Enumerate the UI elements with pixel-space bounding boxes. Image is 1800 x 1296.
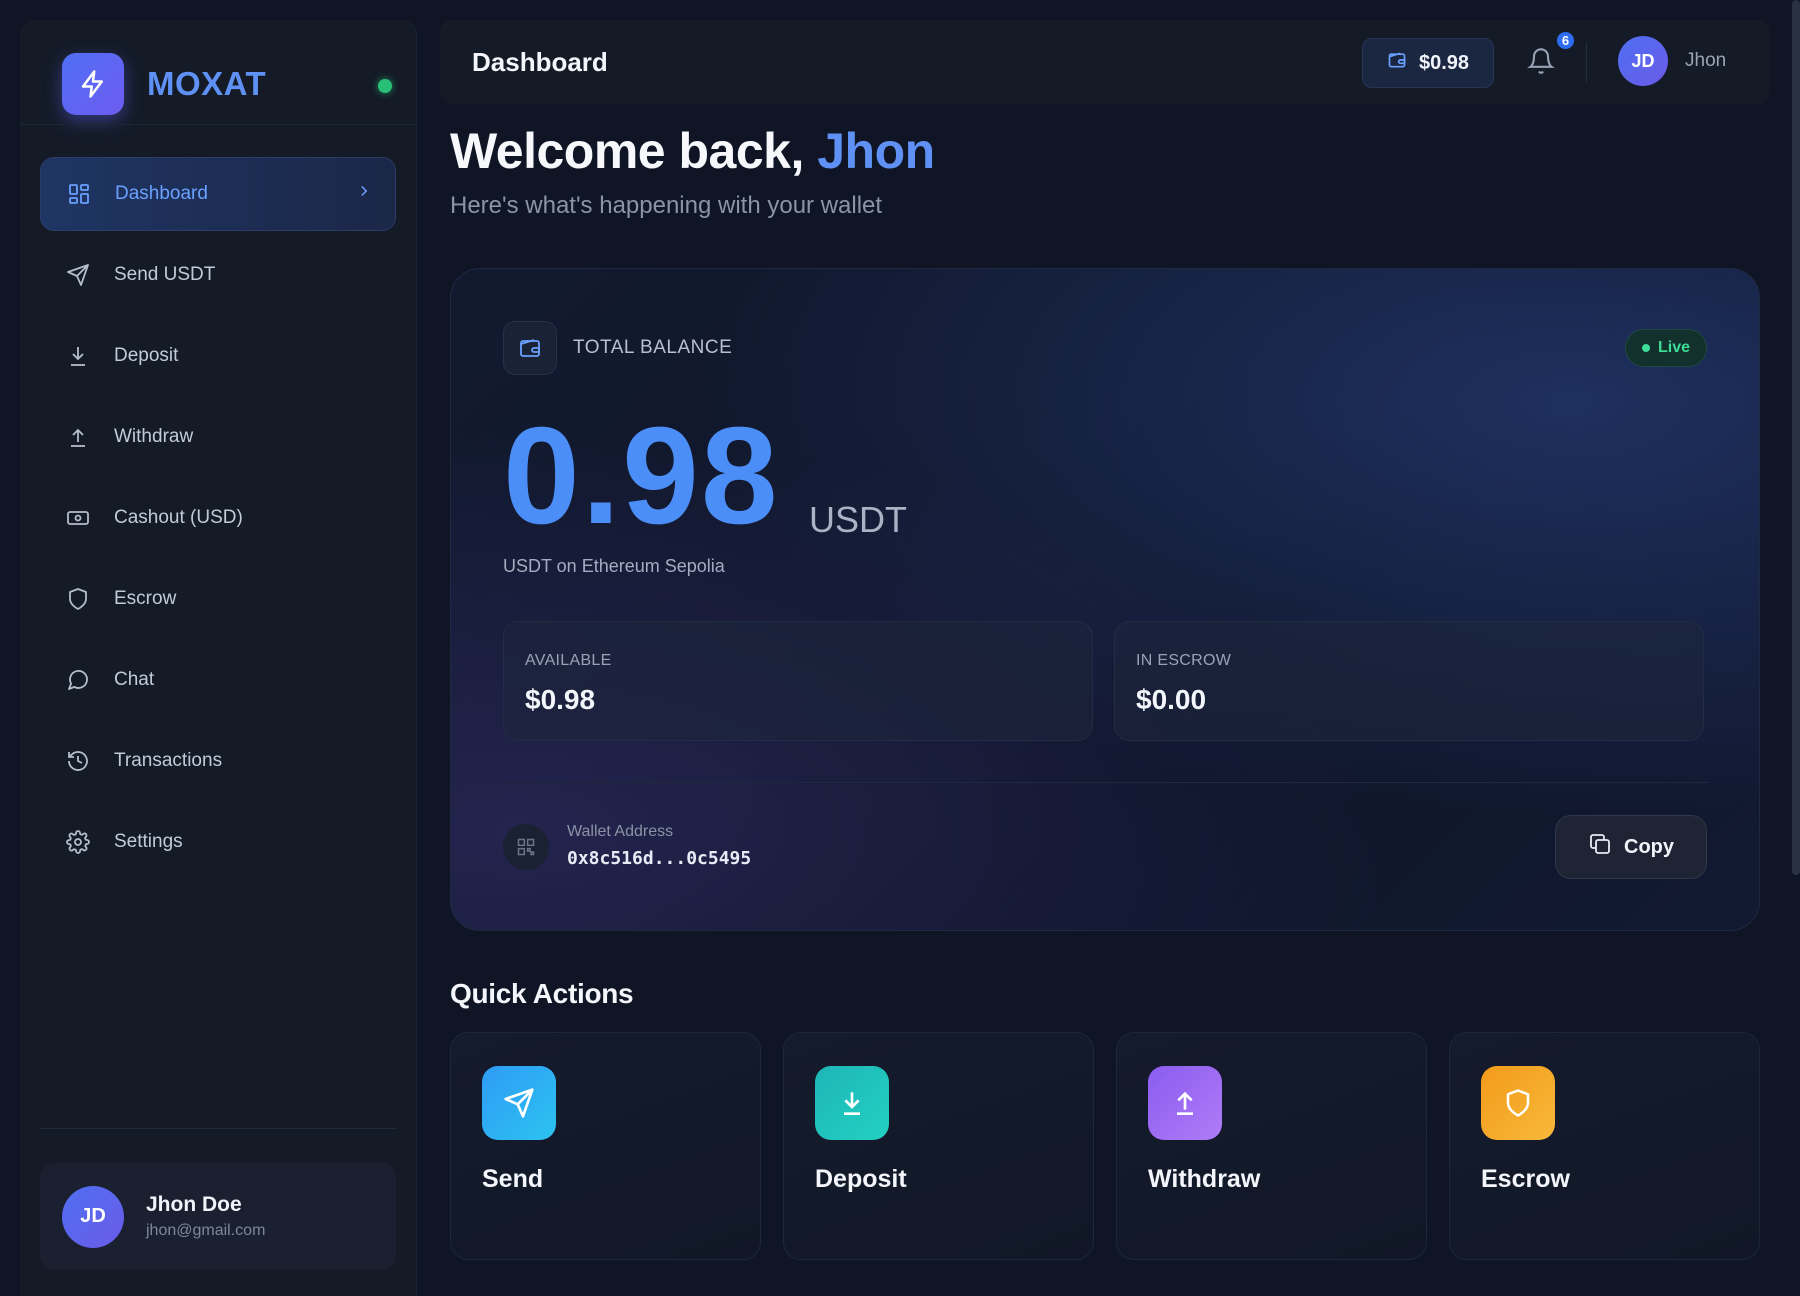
sidebar: MOXAT Dashboard Send USDT Deposit Withdr… [20, 20, 417, 1296]
divider [40, 1128, 396, 1129]
divider [20, 124, 417, 125]
sidebar-item-label: Transactions [114, 750, 223, 771]
total-balance-card: TOTAL BALANCE Live 0.98 USDT USDT on Eth… [450, 268, 1760, 931]
welcome-heading: Welcome back, Jhon [450, 122, 935, 180]
sidebar-item-send-usdt[interactable]: Send USDT [40, 238, 396, 312]
escrow-label: IN ESCROW [1136, 652, 1232, 669]
notification-badge: 6 [1555, 30, 1576, 51]
sidebar-item-escrow[interactable]: Escrow [40, 562, 396, 636]
live-status-badge: Live [1624, 329, 1707, 367]
chat-icon [64, 666, 92, 694]
welcome-subtitle: Here's what's happening with your wallet [450, 192, 883, 219]
header-balance-button[interactable]: $0.98 [1362, 38, 1494, 88]
chevron-right-icon [355, 182, 373, 206]
page-title: Dashboard [472, 46, 608, 77]
sidebar-nav: Dashboard Send USDT Deposit Withdraw Cas… [40, 157, 396, 886]
balance-unit: USDT [809, 499, 907, 540]
welcome-name: Jhon [817, 123, 935, 179]
user-info: Jhon Doe jhon@gmail.com [146, 1193, 265, 1240]
divider [1586, 42, 1587, 82]
notifications-button[interactable] [1527, 47, 1557, 77]
history-icon [64, 747, 92, 775]
brand[interactable]: MOXAT [62, 42, 392, 126]
page-scrollbar[interactable] [1792, 0, 1800, 875]
avatar: JD [1618, 36, 1668, 86]
copy-address-button[interactable]: Copy [1555, 815, 1707, 879]
live-label: Live [1657, 339, 1690, 356]
available-label: AVAILABLE [525, 652, 612, 669]
header-user-name: Jhon [1685, 50, 1727, 71]
quick-action-label: Escrow [1481, 1165, 1570, 1193]
quick-action-label: Withdraw [1148, 1165, 1261, 1193]
sidebar-item-chat[interactable]: Chat [40, 643, 396, 717]
sidebar-item-label: Escrow [114, 588, 177, 609]
quick-action-escrow[interactable]: Escrow [1449, 1032, 1760, 1260]
send-icon [482, 1066, 556, 1140]
bolt-icon [62, 53, 124, 115]
sidebar-item-cashout[interactable]: Cashout (USD) [40, 481, 396, 555]
online-status-dot [378, 79, 392, 93]
welcome-prefix: Welcome back, [450, 123, 818, 179]
live-dot [1641, 344, 1650, 352]
quick-action-deposit[interactable]: Deposit [783, 1032, 1094, 1260]
user-name: Jhon Doe [146, 1193, 242, 1216]
sidebar-item-label: Cashout (USD) [114, 507, 243, 528]
sidebar-item-settings[interactable]: Settings [40, 805, 396, 879]
brand-name: MOXAT [147, 65, 267, 102]
quick-action-send[interactable]: Send [450, 1032, 761, 1260]
header-balance-value: $0.98 [1418, 51, 1470, 74]
download-icon [64, 342, 92, 370]
quick-action-withdraw[interactable]: Withdraw [1116, 1032, 1427, 1260]
divider [503, 782, 1709, 783]
sidebar-item-label: Deposit [114, 345, 179, 366]
sidebar-item-label: Settings [114, 831, 183, 852]
available-balance-box: AVAILABLE $0.98 [503, 621, 1093, 741]
wallet-address-label: Wallet Address [567, 823, 674, 840]
gear-icon [64, 828, 92, 856]
upload-icon [64, 423, 92, 451]
quick-action-label: Deposit [815, 1165, 907, 1193]
shield-icon [64, 585, 92, 613]
copy-label: Copy [1624, 835, 1674, 858]
sidebar-item-label: Withdraw [114, 426, 194, 447]
app-root: MOXAT Dashboard Send USDT Deposit Withdr… [0, 0, 1800, 1296]
qr-code-icon [503, 824, 549, 870]
escrow-value: $0.00 [1136, 684, 1207, 715]
wallet-icon [503, 321, 557, 375]
copy-icon [1588, 832, 1612, 862]
sidebar-item-label: Dashboard [115, 183, 208, 204]
quick-action-label: Send [482, 1165, 544, 1193]
upload-icon [1148, 1066, 1222, 1140]
banknote-icon [64, 504, 92, 532]
balance-network: USDT on Ethereum Sepolia [503, 556, 725, 576]
quick-actions-title: Quick Actions [450, 978, 634, 1009]
sidebar-item-deposit[interactable]: Deposit [40, 319, 396, 393]
shield-icon [1481, 1066, 1555, 1140]
wallet-icon [1387, 50, 1407, 76]
bell-icon [1527, 48, 1555, 79]
wallet-address-value: 0x8c516d...0c5495 [567, 848, 752, 869]
sidebar-item-dashboard[interactable]: Dashboard [40, 157, 396, 231]
sidebar-user-card[interactable]: JD Jhon Doe jhon@gmail.com [40, 1163, 396, 1270]
send-icon [64, 261, 92, 289]
sidebar-item-transactions[interactable]: Transactions [40, 724, 396, 798]
escrow-balance-box: IN ESCROW $0.00 [1114, 621, 1704, 741]
avatar: JD [62, 1185, 124, 1248]
grid-icon [65, 180, 93, 208]
sidebar-item-label: Chat [114, 669, 155, 690]
available-value: $0.98 [525, 684, 596, 715]
balance-amount: 0.98 [503, 399, 780, 553]
user-email: jhon@gmail.com [146, 1222, 266, 1239]
total-balance-label: TOTAL BALANCE [573, 337, 733, 358]
sidebar-item-withdraw[interactable]: Withdraw [40, 400, 396, 474]
sidebar-item-label: Send USDT [114, 264, 216, 285]
download-icon [815, 1066, 889, 1140]
header-user-menu[interactable]: JD Jhon [1618, 36, 1726, 86]
top-header: Dashboard $0.98 6 JD Jhon [440, 20, 1770, 104]
